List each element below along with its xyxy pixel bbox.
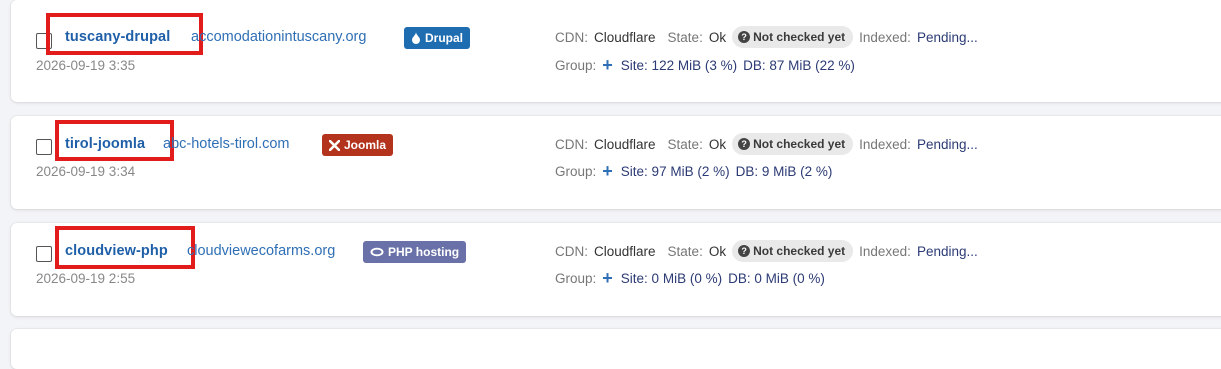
state-value: Ok [708,243,727,259]
check-status-label: Not checked yet [753,244,846,258]
platform-badge: Joomla [322,134,394,156]
usage-row: Group: + Site: 0 MiB (0 %) DB: 0 MiB (0 … [555,269,825,287]
platform-label: Drupal [425,31,464,45]
check-status-badge[interactable]: ? Not checked yet [732,240,854,262]
platform-badge: Drupal [404,27,471,49]
state-value: Ok [708,29,727,45]
created-date: 2026-09-19 3:34 [36,164,136,179]
site-usage: Site: 122 MiB (3 %) [620,57,738,73]
status-row: CDN: Cloudflare State: Ok ? Not checked y… [555,240,978,262]
cdn-label: CDN: [555,243,588,259]
state-label: State: [667,136,703,152]
question-icon: ? [738,245,751,257]
indexed-label: Indexed: [859,29,911,45]
indexed-value: Pending... [916,243,978,259]
state-value: Ok [708,136,727,152]
check-status-badge[interactable]: ? Not checked yet [732,26,854,48]
cdn-label: CDN: [555,29,588,45]
highlight-box [55,226,195,269]
created-date: 2026-09-19 3:35 [36,58,136,73]
check-status-label: Not checked yet [753,30,846,44]
indexed-value: Pending... [916,29,978,45]
platform-label: PHP hosting [388,245,460,259]
status-row: CDN: Cloudflare State: Ok ? Not checked y… [555,133,978,155]
question-icon: ? [738,138,751,150]
indexed-value: Pending... [916,136,978,152]
php-icon [370,247,384,257]
question-icon: ? [738,31,751,43]
site-card: cloudview-php cloudviewecofarms.org PHP … [11,223,1221,316]
site-domain-link[interactable]: accomodationintuscany.org [191,29,366,45]
add-group-button[interactable]: + [602,269,613,287]
site-select-checkbox[interactable] [36,246,52,262]
db-usage: DB: 87 MiB (22 %) [743,57,855,73]
platform-badge: PHP hosting [363,241,467,263]
site-card: tuscany-drupal accomodationintuscany.org… [11,0,1221,102]
platform-label: Joomla [344,138,387,152]
usage-row: Group: + Site: 122 MiB (3 %) DB: 87 MiB … [555,56,855,74]
state-label: State: [667,29,703,45]
check-status-badge[interactable]: ? Not checked yet [732,133,854,155]
check-status-label: Not checked yet [753,137,846,151]
drop-icon [412,32,420,44]
site-select-checkbox[interactable] [36,139,52,155]
cdn-label: CDN: [555,136,588,152]
cdn-value: Cloudflare [594,136,656,152]
indexed-label: Indexed: [859,136,911,152]
group-label: Group: [555,163,597,179]
created-date: 2026-09-19 2:55 [36,271,136,286]
db-usage: DB: 0 MiB (0 %) [728,270,825,286]
cdn-value: Cloudflare [594,29,656,45]
status-row: CDN: Cloudflare State: Ok ? Not checked y… [555,26,978,48]
site-usage: Site: 0 MiB (0 %) [620,270,723,286]
site-domain-link[interactable]: abc-hotels-tirol.com [163,136,290,152]
db-usage: DB: 9 MiB (2 %) [735,163,833,179]
site-card [11,329,1221,369]
highlight-box [46,13,203,55]
usage-row: Group: + Site: 97 MiB (2 %) DB: 9 MiB (2… [555,162,832,180]
site-usage: Site: 97 MiB (2 %) [620,163,730,179]
cdn-value: Cloudflare [594,243,656,259]
joomla-icon [329,139,340,151]
site-domain-link[interactable]: cloudviewecofarms.org [187,243,335,259]
site-card: tirol-joomla abc-hotels-tirol.com Joomla… [11,116,1221,209]
state-label: State: [667,243,703,259]
indexed-label: Indexed: [859,243,911,259]
add-group-button[interactable]: + [602,56,613,74]
group-label: Group: [555,270,597,286]
highlight-box [55,120,174,161]
group-label: Group: [555,57,597,73]
add-group-button[interactable]: + [602,162,613,180]
